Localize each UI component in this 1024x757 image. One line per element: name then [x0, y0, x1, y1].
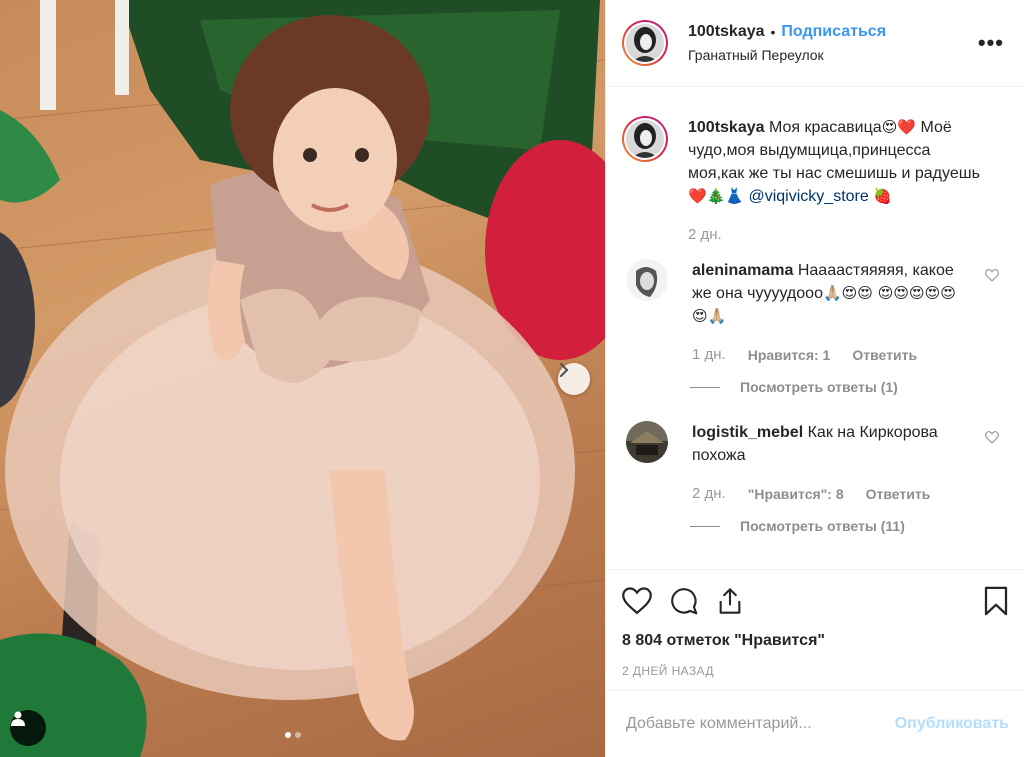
view-replies-button[interactable]: Посмотреть ответы (11) — [690, 518, 1009, 534]
comment-text: aleninamama Наааастяяяяя, какое же она ч… — [692, 259, 962, 328]
commenter-avatar[interactable] — [626, 421, 668, 463]
likes-count[interactable]: 8 804 отметок "Нравится" — [622, 632, 1009, 650]
comment-icon — [671, 588, 698, 615]
photo-illustration — [0, 0, 605, 757]
avatar-photo — [626, 259, 668, 301]
comment-meta: 2 дн. "Нравится": 8 Ответить — [692, 485, 962, 502]
more-options-icon[interactable]: ••• — [978, 32, 1004, 54]
view-replies-label: Посмотреть ответы (1) — [740, 379, 898, 395]
reply-button[interactable]: Ответить — [852, 347, 917, 363]
comments-section[interactable]: 100tskaya Моя красавица😍❤️ Моё чудо,моя … — [606, 88, 1024, 568]
caption-time[interactable]: 2 дн. — [688, 226, 988, 243]
comment-username[interactable]: logistik_mebel — [692, 424, 803, 441]
caption-username[interactable]: 100tskaya — [688, 119, 765, 136]
user-tag-button[interactable] — [10, 710, 46, 746]
post-photo[interactable] — [0, 0, 605, 757]
reply-button[interactable]: Ответить — [866, 486, 931, 502]
comment-like-heart-icon[interactable] — [985, 269, 999, 282]
caption-mention[interactable]: @viqivicky_store — [748, 188, 868, 205]
avatar-photo — [626, 120, 664, 158]
carousel-dot — [295, 732, 301, 738]
share-icon — [719, 588, 741, 614]
caption-text: 100tskaya Моя красавица😍❤️ Моё чудо,моя … — [688, 116, 988, 208]
add-comment-bar: Опубликовать — [606, 690, 1024, 757]
comment-text: logistik_mebel Как на Киркорова похожа — [692, 421, 962, 467]
carousel-dots — [285, 732, 301, 738]
heart-icon — [622, 587, 652, 615]
comment-button[interactable] — [670, 587, 698, 615]
comment-meta: 1 дн. Нравится: 1 Ответить — [692, 346, 962, 363]
comment-likes[interactable]: "Нравится": 8 — [748, 486, 844, 502]
post-panel: 100tskaya • Подписаться Гранатный Переул… — [605, 0, 1024, 757]
share-button[interactable] — [716, 587, 744, 615]
save-button[interactable] — [983, 586, 1009, 616]
post-header: 100tskaya • Подписаться Гранатный Переул… — [606, 0, 1024, 87]
comment-username[interactable]: aleninamama — [692, 262, 793, 279]
comment-likes[interactable]: Нравится: 1 — [748, 347, 831, 363]
carousel-next-button[interactable] — [558, 363, 590, 395]
comment-input[interactable] — [626, 715, 895, 733]
follow-button[interactable]: Подписаться — [781, 23, 886, 41]
like-button[interactable] — [622, 587, 652, 615]
caption-avatar[interactable] — [622, 116, 668, 162]
caption-emoji-1: 😍❤️ — [881, 118, 917, 136]
comment-item: aleninamama Наааастяяяяя, какое же она ч… — [622, 259, 1009, 363]
comment-time[interactable]: 1 дн. — [692, 346, 726, 363]
post-date[interactable]: 2 ДНЕЙ НАЗАД — [622, 664, 1009, 678]
chevron-right-icon — [559, 363, 569, 377]
publish-button[interactable]: Опубликовать — [895, 715, 1009, 733]
comment-time[interactable]: 2 дн. — [692, 485, 726, 502]
comment-item: logistik_mebel Как на Киркорова похожа 2… — [622, 421, 1009, 502]
view-replies-button[interactable]: Посмотреть ответы (1) — [690, 379, 1009, 395]
view-replies-label: Посмотреть ответы (11) — [740, 518, 905, 534]
caption-emoji-2: ❤️🎄👗 — [688, 187, 745, 205]
user-tag-icon — [11, 711, 25, 726]
caption-emoji-3: 🍓 — [873, 187, 892, 205]
bookmark-icon — [984, 586, 1008, 616]
commenter-avatar[interactable] — [626, 259, 668, 301]
avatar-photo — [626, 24, 664, 62]
author-avatar[interactable] — [622, 20, 668, 66]
post-actions: 8 804 отметок "Нравится" 2 ДНЕЙ НАЗАД — [606, 569, 1024, 690]
post-location[interactable]: Гранатный Переулок — [688, 47, 978, 63]
separator-dot: • — [770, 24, 776, 40]
author-username[interactable]: 100tskaya — [688, 23, 765, 41]
comment-like-heart-icon[interactable] — [985, 431, 999, 444]
avatar-photo — [626, 421, 668, 463]
carousel-dot-active — [285, 732, 291, 738]
caption: 100tskaya Моя красавица😍❤️ Моё чудо,моя … — [622, 116, 1009, 243]
caption-text-1: Моя красавица — [768, 119, 882, 136]
